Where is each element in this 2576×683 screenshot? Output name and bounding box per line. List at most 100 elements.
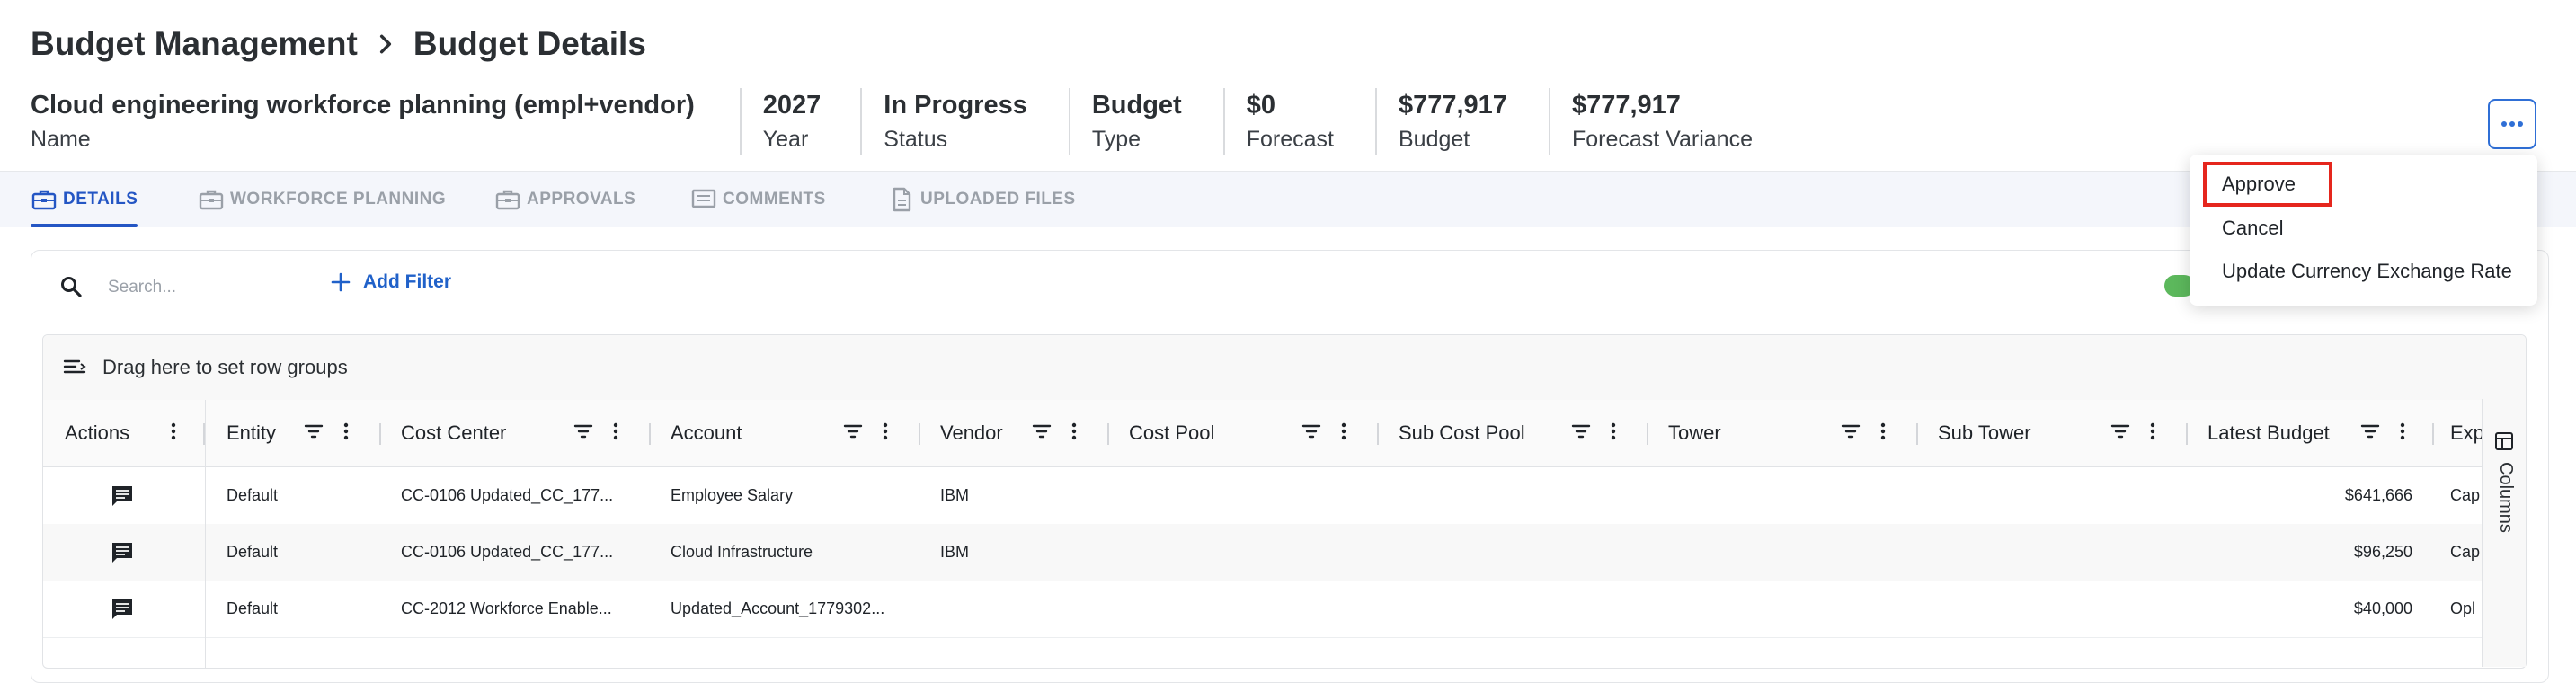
cell-cost-center: CC-0106 Updated_CC_177... bbox=[401, 543, 614, 561]
cell-account: Updated_Account_1779302... bbox=[671, 599, 885, 617]
column-header-account[interactable]: Account bbox=[671, 400, 742, 466]
column-header-entity[interactable]: Entity bbox=[227, 400, 276, 466]
filter-icon[interactable] bbox=[1301, 421, 1321, 441]
filter-icon[interactable] bbox=[2110, 421, 2130, 441]
column-header-label: Account bbox=[671, 421, 742, 444]
column-separator[interactable] bbox=[919, 423, 920, 445]
column-header-exp[interactable]: Exp bbox=[2450, 400, 2484, 466]
summary-year-value: 2027 bbox=[762, 91, 822, 120]
column-header-actions[interactable]: Actions bbox=[65, 400, 129, 466]
table-row[interactable]: Default CC-0106 Updated_CC_177... Employ… bbox=[43, 467, 2526, 525]
column-header-label: Vendor bbox=[940, 421, 1003, 444]
filter-icon[interactable] bbox=[2360, 421, 2380, 441]
more-actions-button[interactable] bbox=[2488, 99, 2536, 149]
table-row[interactable]: Default CC-0106 Updated_CC_177... Cloud … bbox=[43, 524, 2526, 581]
column-menu-icon[interactable] bbox=[875, 421, 895, 441]
columns-side-panel[interactable]: Columns bbox=[2482, 399, 2526, 667]
cell-cost-center: CC-2012 Workforce Enable... bbox=[401, 599, 612, 617]
column-header-label: Tower bbox=[1668, 421, 1721, 444]
column-header-label: Exp bbox=[2450, 421, 2484, 444]
search-input[interactable] bbox=[106, 271, 307, 304]
filter-icon[interactable] bbox=[573, 421, 593, 441]
filter-icon[interactable] bbox=[304, 421, 324, 441]
tab-details[interactable]: DETAILS bbox=[31, 172, 138, 227]
column-separator[interactable] bbox=[1107, 423, 1109, 445]
filter-icon[interactable] bbox=[1571, 421, 1591, 441]
column-menu-icon[interactable] bbox=[164, 421, 183, 441]
column-header-sub-tower[interactable]: Sub Tower bbox=[1938, 400, 2031, 466]
summary-forecast-variance: $777,917 Forecast Variance bbox=[1550, 88, 1785, 155]
column-menu-icon[interactable] bbox=[1603, 421, 1623, 441]
column-separator[interactable] bbox=[2186, 423, 2188, 445]
search-icon bbox=[61, 277, 82, 297]
column-header-cost-center[interactable]: Cost Center bbox=[401, 400, 506, 466]
column-menu-icon[interactable] bbox=[2143, 421, 2163, 441]
row-actions[interactable] bbox=[110, 524, 135, 581]
column-header-vendor[interactable]: Vendor bbox=[940, 400, 1003, 466]
column-header-latest-budget[interactable]: Latest Budget bbox=[2207, 400, 2330, 466]
comment-icon[interactable] bbox=[110, 483, 135, 509]
summary-name-value: Cloud engineering workforce planning (em… bbox=[31, 91, 695, 120]
row-group-text: Drag here to set row groups bbox=[102, 356, 348, 378]
add-filter-button[interactable]: Add Filter bbox=[331, 271, 451, 293]
menu-item-update-currency-exchange-rate[interactable]: Update Currency Exchange Rate bbox=[2222, 257, 2512, 286]
column-header-tower[interactable]: Tower bbox=[1668, 400, 1721, 466]
add-filter-label: Add Filter bbox=[363, 271, 451, 292]
ellipsis-icon bbox=[2501, 121, 2523, 127]
column-menu-icon[interactable] bbox=[1064, 421, 1084, 441]
column-menu-icon[interactable] bbox=[2393, 421, 2412, 441]
summary-forecast: $0 Forecast bbox=[1225, 88, 1377, 155]
column-menu-icon[interactable] bbox=[1334, 421, 1354, 441]
cell-entity: Default bbox=[227, 599, 279, 617]
column-header-label: Entity bbox=[227, 421, 277, 444]
column-separator[interactable] bbox=[649, 423, 651, 445]
row-actions[interactable] bbox=[110, 467, 135, 524]
table-row[interactable]: Default CC-2012 Workforce Enable... Upda… bbox=[43, 581, 2526, 638]
summary-name: Cloud engineering workforce planning (em… bbox=[31, 88, 742, 155]
cell-account: Employee Salary bbox=[671, 486, 794, 504]
filter-icon[interactable] bbox=[843, 421, 863, 441]
summary-forecast-variance-label: Forecast Variance bbox=[1571, 127, 1753, 152]
tab-uploaded-files[interactable]: UPLOADED FILES bbox=[888, 172, 1076, 227]
tab-approvals[interactable]: APPROVALS bbox=[494, 172, 635, 227]
briefcase-icon bbox=[199, 190, 224, 210]
tab-comments-label: COMMENTS bbox=[723, 190, 826, 208]
column-menu-icon[interactable] bbox=[1873, 421, 1893, 441]
summary-status: In Progress Status bbox=[862, 88, 1070, 155]
breadcrumb-parent[interactable]: Budget Management bbox=[31, 25, 358, 63]
cell-entity: Default bbox=[227, 543, 279, 561]
column-header-sub-cost-pool[interactable]: Sub Cost Pool bbox=[1399, 400, 1525, 466]
tab-uploaded-files-label: UPLOADED FILES bbox=[920, 190, 1076, 208]
budget-grid: Drag here to set row groups Actions Enti… bbox=[42, 334, 2527, 669]
summary-status-value: In Progress bbox=[884, 91, 1027, 120]
comment-icon[interactable] bbox=[110, 597, 135, 622]
cell-cost-center: CC-0106 Updated_CC_177... bbox=[401, 486, 614, 504]
tab-comments[interactable]: COMMENTS bbox=[690, 172, 826, 227]
column-header-label: Cost Pool bbox=[1129, 421, 1215, 444]
column-separator[interactable] bbox=[1916, 423, 1918, 445]
column-separator[interactable] bbox=[1377, 423, 1379, 445]
filter-icon[interactable] bbox=[1841, 421, 1861, 441]
summary-budget: $777,917 Budget bbox=[1377, 88, 1550, 155]
column-header-cost-pool[interactable]: Cost Pool bbox=[1129, 400, 1214, 466]
column-separator[interactable] bbox=[2432, 423, 2434, 445]
grid-header-row: Actions Entity Cost Center Account Vendo… bbox=[43, 400, 2526, 467]
more-actions-menu: Approve Cancel Update Currency Exchange … bbox=[2190, 155, 2537, 306]
summary-year: 2027 Year bbox=[742, 88, 863, 155]
cell-vendor: IBM bbox=[940, 486, 970, 504]
menu-item-cancel[interactable]: Cancel bbox=[2222, 214, 2283, 243]
menu-item-approve[interactable]: Approve bbox=[2222, 170, 2296, 199]
column-menu-icon[interactable] bbox=[336, 421, 356, 441]
plus-icon bbox=[331, 272, 351, 292]
breadcrumb: Budget Management Budget Details bbox=[31, 25, 646, 63]
summary-forecast-variance-value: $777,917 bbox=[1571, 91, 1681, 120]
comment-icon[interactable] bbox=[110, 540, 135, 565]
columns-icon bbox=[2495, 432, 2513, 450]
row-group-drop-zone[interactable]: Drag here to set row groups bbox=[43, 335, 2526, 401]
column-separator[interactable] bbox=[1647, 423, 1648, 445]
filter-icon[interactable] bbox=[1032, 421, 1052, 441]
row-actions[interactable] bbox=[110, 581, 135, 637]
tab-workforce-planning[interactable]: WORKFORCE PLANNING bbox=[198, 172, 446, 227]
column-menu-icon[interactable] bbox=[606, 421, 626, 441]
column-separator[interactable] bbox=[379, 423, 381, 445]
